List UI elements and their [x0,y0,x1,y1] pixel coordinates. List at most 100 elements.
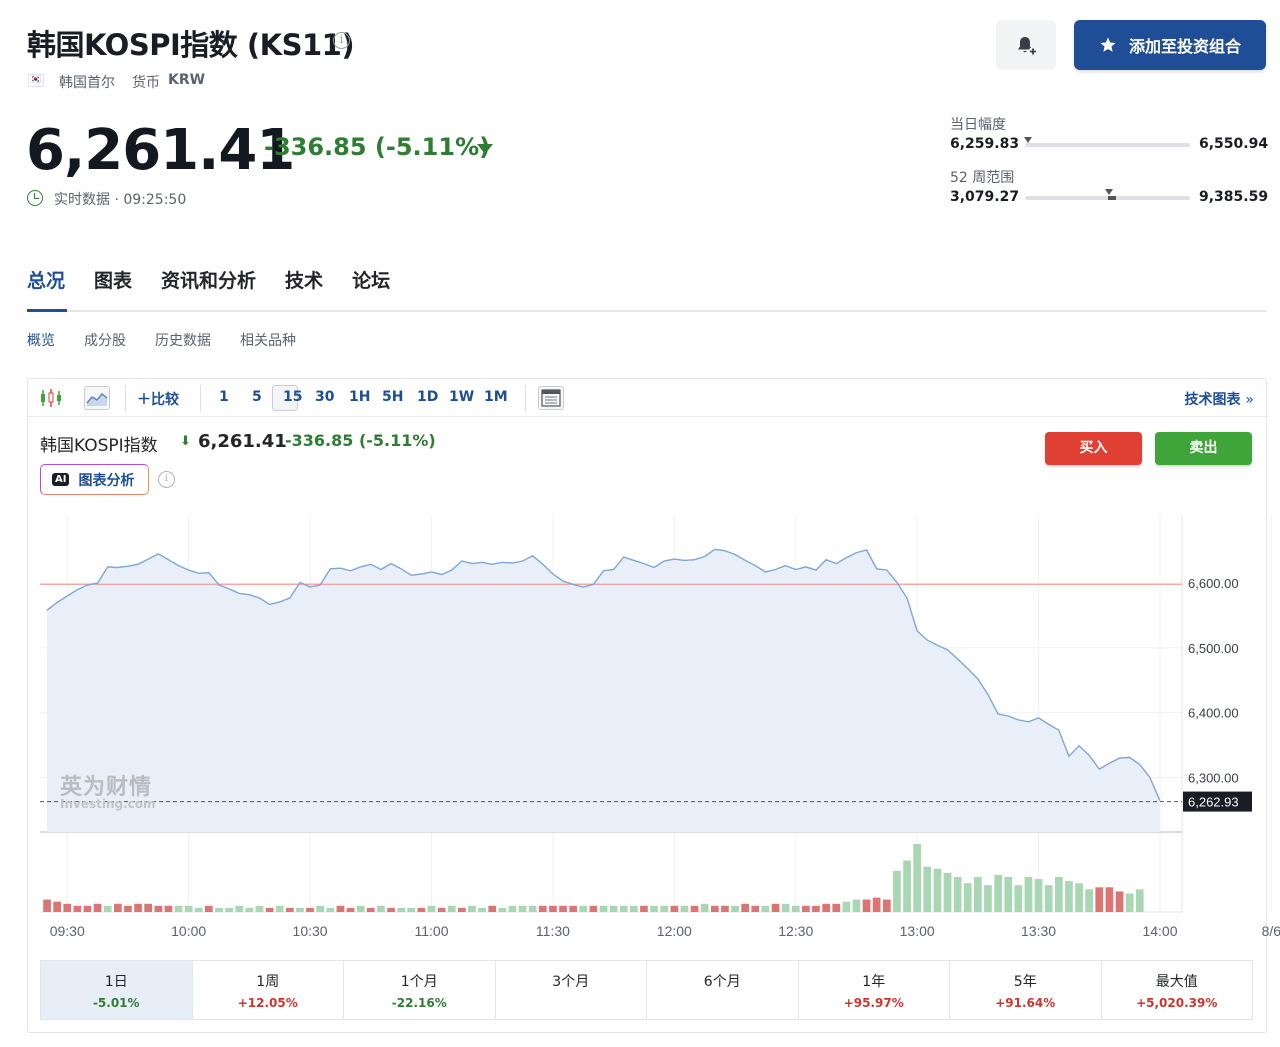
volume-bar [690,905,699,912]
volume-bar [994,874,1002,912]
volume-bar [366,907,375,912]
period-1[interactable]: 1周 +12.05% [193,961,344,1019]
volume-bar [43,899,51,912]
last-price-label: 6,262.93 [1188,795,1239,810]
volume-bar [872,897,881,912]
volume-bar [943,872,952,912]
volume-bar [893,870,901,912]
watermark-en: Investing.com [60,797,156,811]
volume-bar [356,905,365,912]
period-7[interactable]: 最大值 +5,020.39% [1102,961,1253,1019]
y-tick-label: 6,500.00 [1188,641,1239,656]
volume-bar [569,905,577,912]
volume-bar [711,905,719,912]
volume-bar [852,899,861,912]
volume-bar [680,905,689,912]
y-tick-label: 6,600.00 [1188,576,1239,591]
volume-bar [235,905,244,912]
volume-bar [660,905,669,912]
x-tick-label: 13:00 [900,923,935,939]
volume-bar [1115,891,1124,912]
period-6[interactable]: 5年 +91.64% [950,961,1102,1019]
volume-bar [417,907,426,912]
volume-bar [700,903,709,912]
volume-bar [1135,889,1144,912]
volume-bar [731,905,739,912]
volume-bar [93,903,102,912]
volume-bar [579,905,588,912]
period-change: +5,020.39% [1136,996,1218,1010]
volume-bar [518,905,527,912]
x-tick-label: 09:30 [50,923,85,939]
x-tick-label: 11:30 [536,923,570,939]
volume-bar [822,903,830,912]
volume-bar [377,905,385,912]
period-label: 5年 [1013,974,1037,990]
x-tick-label: 10:00 [171,923,206,939]
volume-bar [1044,885,1053,912]
volume-bar [802,905,810,912]
volume-bar [245,907,254,912]
period-4[interactable]: 6个月 [647,961,799,1019]
volume-bar [387,907,395,912]
period-2[interactable]: 1个月 -22.16% [344,961,496,1019]
volume-bar [1095,887,1104,912]
volume-bar [194,907,203,912]
volume-bar [458,907,466,912]
period-3[interactable]: 3个月 [496,961,647,1019]
volume-bar [963,883,972,912]
volume-bar [397,907,405,912]
period-change: -5.01% [92,996,140,1010]
volume-bar [923,866,932,912]
volume-bar [296,907,304,912]
x-tick-label: 10:30 [293,923,328,939]
volume-bar [286,907,294,912]
volume-bar [650,905,658,912]
period-label: 1周 [256,974,280,990]
volume-bar [508,905,517,912]
period-change: -22.16% [391,996,447,1010]
volume-bar [184,905,193,912]
volume-bar [842,901,851,912]
volume-bar [619,905,628,912]
volume-bar [1014,885,1023,912]
volume-bar [528,905,537,912]
volume-bar [781,903,790,912]
volume-bar [589,905,598,912]
volume-bar [751,905,760,912]
volume-bar [346,907,355,912]
volume-bar [275,905,284,912]
volume-bar [1004,877,1013,912]
volume-bar [1065,881,1073,912]
volume-bar [498,907,507,912]
x-tick-label: 12:00 [657,923,692,939]
volume-bar [407,907,416,912]
volume-bar [953,877,962,912]
volume-bar [437,907,446,912]
volume-bar [903,860,911,912]
volume-bar [599,905,608,912]
volume-bar [265,907,274,912]
volume-bar [984,885,992,912]
volume-bar [1085,889,1093,912]
volume-bar [630,905,638,912]
volume-bar [53,901,61,912]
volume-bar [1055,877,1063,912]
volume-bar [559,905,567,912]
period-0[interactable]: 1日 -5.01% [41,961,193,1019]
volume-bar [913,844,921,912]
period-change: +12.05% [237,996,298,1010]
volume-bar [255,905,264,912]
volume-bar [306,907,314,912]
volume-bar [225,907,233,912]
x-tick-label: 14:00 [1142,923,1177,939]
volume-bar [761,905,770,912]
period-5[interactable]: 1年 +95.97% [799,961,950,1019]
volume-bar [670,905,679,912]
volume-bar [1105,887,1114,912]
price-chart[interactable]: 6,600.00 6,500.00 6,400.00 6,300.00 6,262.93… [0,0,1280,1047]
volume-bar [538,905,547,912]
period-label: 1个月 [400,974,438,990]
period-label: 3个月 [552,974,590,990]
volume-bar [933,868,942,912]
